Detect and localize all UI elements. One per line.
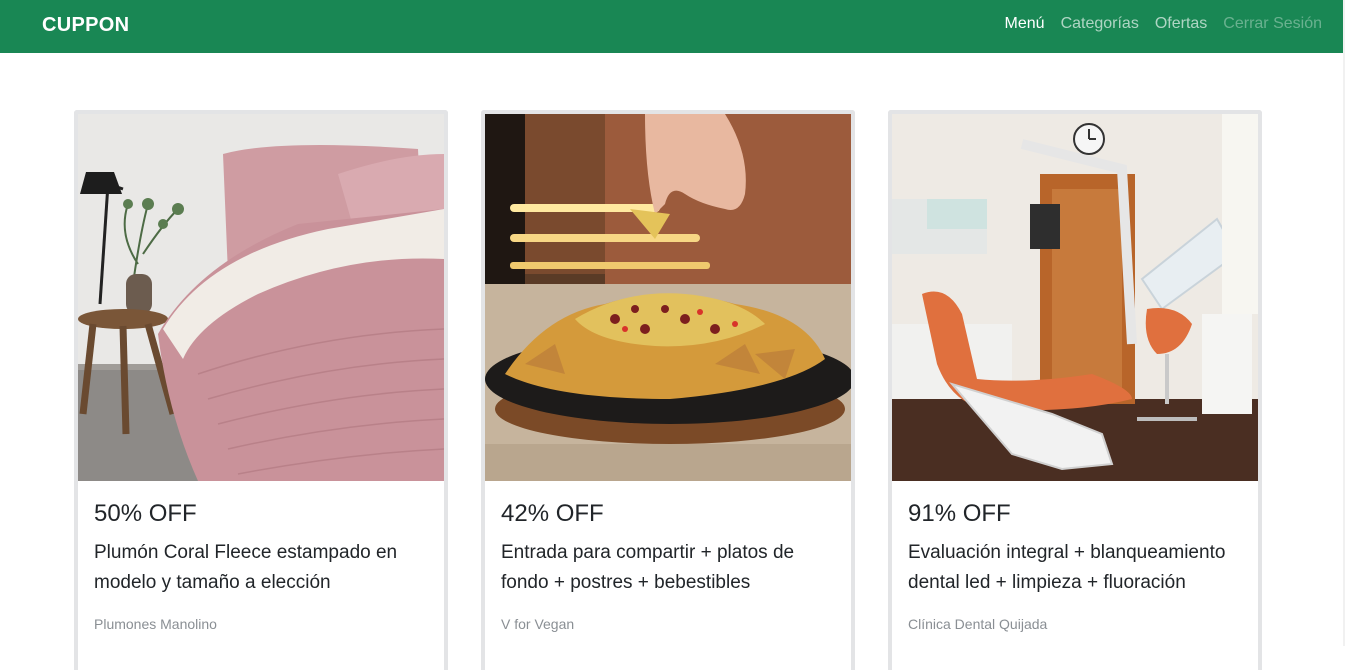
brand-logo[interactable]: CUPPON [42,14,129,37]
offer-card[interactable]: 50% OFF Plumón Coral Fleece estampado en… [74,110,448,670]
offer-image-bed[interactable] [78,114,444,481]
offer-discount: 50% OFF [94,500,197,527]
offer-title[interactable]: Plumón Coral Fleece estampado en modelo … [94,538,424,598]
offer-title[interactable]: Entrada para compartir + platos de fondo… [501,538,831,598]
offer-card[interactable]: 91% OFF Evaluación integral + blanqueami… [888,110,1262,670]
offer-image-nachos[interactable] [485,114,851,481]
nav-link-offers[interactable]: Ofertas [1155,15,1207,33]
offer-discount: 91% OFF [908,500,1011,527]
nav-link-logout[interactable]: Cerrar Sesión [1223,15,1322,33]
nav-links: Menú Categorías Ofertas Cerrar Sesión [1005,15,1322,33]
offer-merchant: Plumones Manolino [94,616,217,632]
offer-card[interactable]: 42% OFF Entrada para compartir + platos … [481,110,855,670]
offer-discount: 42% OFF [501,500,604,527]
offer-merchant: Clínica Dental Quijada [908,616,1048,632]
nav-link-categories[interactable]: Categorías [1061,15,1139,33]
offer-image-dental[interactable] [892,114,1258,481]
nav-link-menu[interactable]: Menú [1005,15,1045,33]
top-navbar: CUPPON Menú Categorías Ofertas Cerrar Se… [0,0,1343,53]
offer-merchant: V for Vegan [501,616,575,632]
offer-title[interactable]: Evaluación integral + blanqueamiento den… [908,538,1238,598]
